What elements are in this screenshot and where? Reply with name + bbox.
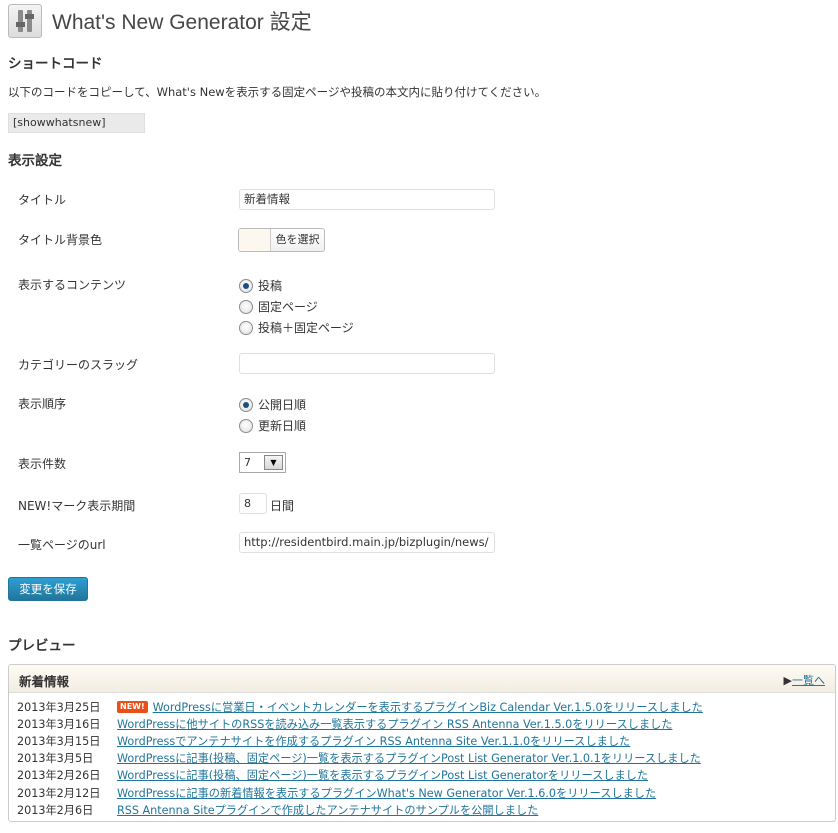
preview-more[interactable]: ▶一覧へ [784, 672, 825, 688]
news-date: 2013年2月12日 [17, 786, 101, 800]
slug-input[interactable] [239, 353, 495, 374]
shortcode-description: 以下のコードをコピーして、What's Newを表示する固定ページや投稿の本文内… [8, 85, 547, 99]
chevron-down-icon[interactable]: ▼ [264, 455, 283, 470]
page-header: What's New Generator 設定 [8, 4, 312, 38]
radio-icon[interactable] [239, 418, 253, 433]
content-option-label: 固定ページ [258, 300, 318, 314]
news-link[interactable]: WordPressに記事の新着情報を表示するプラグインWhat's New Ge… [117, 785, 656, 801]
preview-heading: プレビュー [8, 638, 76, 654]
new-badge: NEW! [117, 700, 148, 713]
color-picker-label: 色を選択 [275, 233, 320, 246]
news-item: 2013年2月12日 WordPressに記事の新着情報を表示するプラグインWha… [17, 784, 827, 801]
slug-label: カテゴリーのスラッグ [18, 358, 139, 372]
color-picker-button[interactable]: 色を選択 [238, 228, 325, 252]
news-link[interactable]: WordPressに他サイトのRSSを読み込み一覧表示するプラグイン RSS A… [117, 716, 672, 732]
news-item: 2013年3月5日 WordPressに記事(投稿、固定ページ)一覧を表示するプラ… [17, 750, 827, 767]
news-item: 2013年3月15日 WordPressでアンテナサイトを作成するプラグイン RS… [17, 732, 827, 749]
news-item: 2013年3月16日 WordPressに他サイトのRSSを読み込み一覧表示するプ… [17, 715, 827, 732]
preview-title: 新着情報 [19, 674, 70, 689]
url-label: 一覧ページのurl [18, 538, 106, 552]
newmark-days-suffix: 日間 [270, 499, 295, 513]
more-link[interactable]: 一覧へ [792, 674, 825, 687]
order-option-label: 更新日順 [258, 419, 307, 433]
news-link[interactable]: WordPressに記事(投稿、固定ページ)一覧を表示するプラグインPost L… [117, 767, 648, 783]
news-date: 2013年3月15日 [17, 734, 101, 748]
preview-header: 新着情報 ▶一覧へ [9, 665, 835, 693]
news-link[interactable]: RSS Antenna Siteプラグインで作成したアンテナサイトのサンプルを公… [117, 802, 538, 818]
news-date: 2013年3月16日 [17, 717, 101, 731]
content-option-label: 投稿＋固定ページ [258, 321, 354, 335]
content-label: 表示するコンテンツ [18, 278, 127, 292]
news-date: 2013年3月25日 [17, 700, 101, 714]
news-list: 2013年3月25日 NEW! WordPressに営業日・イベントカレンダーを表示… [17, 698, 827, 818]
news-date: 2013年2月6日 [17, 803, 94, 817]
shortcode-heading: ショートコード [8, 56, 103, 72]
count-select[interactable]: 7 ▼ [239, 452, 286, 473]
title-input[interactable]: 新着情報 [239, 189, 495, 210]
page-title: What's New Generator 設定 [52, 11, 312, 34]
display-settings-heading: 表示設定 [8, 153, 62, 169]
news-item: 2013年2月26日 WordPressに記事(投稿、固定ページ)一覧を表示するプ… [17, 767, 827, 784]
order-option-label: 公開日順 [258, 398, 307, 412]
news-date: 2013年3月5日 [17, 752, 94, 766]
title-label: タイトル [18, 193, 67, 207]
news-item: 2013年2月6日 RSS Antenna Siteプラグインで作成したアンテナサ… [17, 801, 827, 818]
order-option-published[interactable]: 公開日順 [239, 396, 306, 413]
radio-icon[interactable] [239, 320, 253, 335]
count-label: 表示件数 [18, 457, 67, 471]
bgcolor-label: タイトル背景色 [18, 233, 103, 247]
content-option-pages[interactable]: 固定ページ [239, 298, 318, 315]
radio-icon[interactable] [239, 299, 253, 314]
news-item: 2013年3月25日 NEW! WordPressに営業日・イベントカレンダーを表示… [17, 698, 827, 715]
newmark-label: NEW!マーク表示期間 [18, 499, 136, 513]
radio-checked-icon[interactable] [239, 278, 253, 293]
order-option-updated[interactable]: 更新日順 [239, 417, 306, 434]
content-option-both[interactable]: 投稿＋固定ページ [239, 319, 354, 336]
color-swatch [239, 229, 271, 251]
order-label: 表示順序 [18, 397, 67, 411]
content-option-posts[interactable]: 投稿 [239, 277, 282, 294]
news-date: 2013年2月26日 [17, 769, 101, 783]
radio-checked-icon[interactable] [239, 397, 253, 412]
count-select-value: 7 [244, 456, 251, 469]
preview-box: 新着情報 ▶一覧へ 2013年3月25日 NEW! WordPressに営業日・イベ… [8, 664, 836, 822]
settings-sliders-icon [8, 4, 42, 38]
url-input[interactable]: http://residentbird.main.jp/bizplugin/ne… [239, 532, 495, 553]
news-link[interactable]: WordPressでアンテナサイトを作成するプラグイン RSS Antenna … [117, 733, 630, 749]
news-link[interactable]: WordPressに営業日・イベントカレンダーを表示するプラグインBiz Cal… [153, 699, 703, 715]
shortcode-value[interactable]: [showwhatsnew] [8, 113, 145, 133]
newmark-days-input[interactable]: 8 [239, 493, 267, 514]
content-option-label: 投稿 [258, 279, 283, 293]
save-button[interactable]: 変更を保存 [8, 577, 88, 601]
triangle-right-icon: ▶ [783, 674, 792, 687]
news-link[interactable]: WordPressに記事(投稿、固定ページ)一覧を表示するプラグインPost L… [117, 750, 701, 766]
